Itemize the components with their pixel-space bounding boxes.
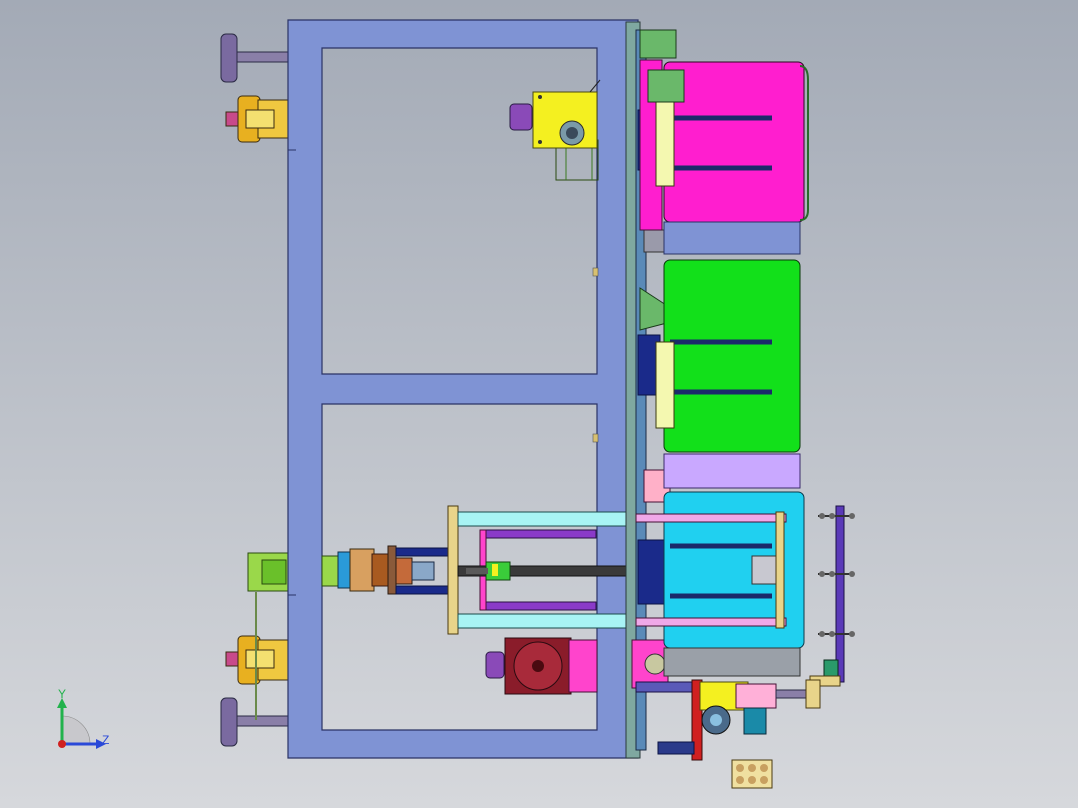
y-axis-label: Y <box>58 687 66 701</box>
bottom-grip-cluster <box>731 759 773 789</box>
bottom-knob-shaft <box>235 715 291 727</box>
cad-viewport[interactable]: Y Z <box>0 0 1078 808</box>
x-axis-origin <box>58 740 66 748</box>
z-axis-label: Z <box>102 733 109 747</box>
top-knob-disc <box>220 33 238 83</box>
top-knob-shaft <box>235 51 291 63</box>
bottom-knob-disc <box>220 697 238 747</box>
cad-model-canvas[interactable]: Y Z <box>0 0 1078 808</box>
green-module <box>639 259 801 489</box>
